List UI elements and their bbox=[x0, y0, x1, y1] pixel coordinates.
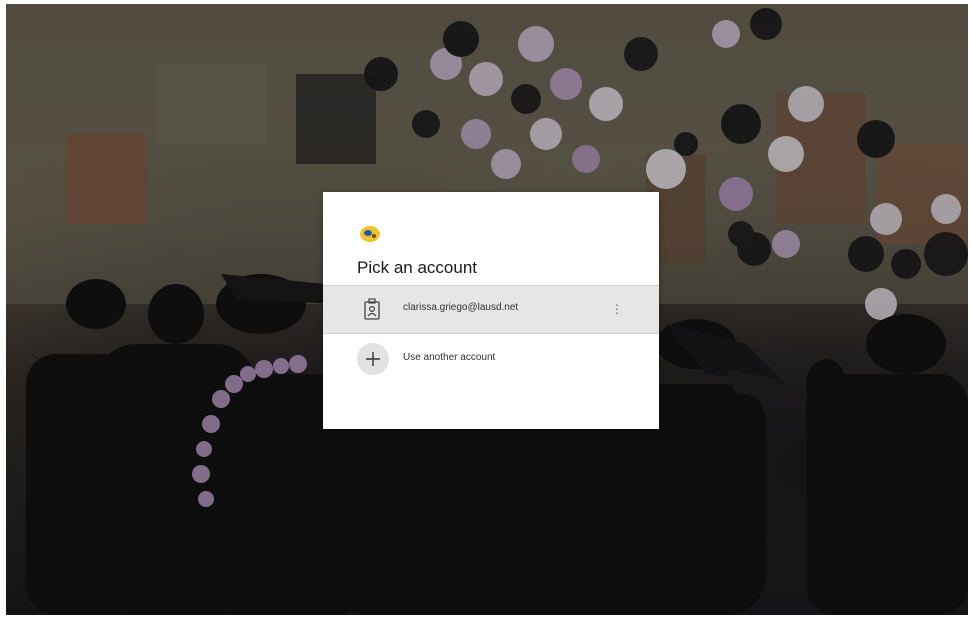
account-option[interactable]: clarissa.griego@lausd.net ⋮ bbox=[323, 285, 659, 334]
dialog-title: Pick an account bbox=[357, 258, 478, 277]
plus-icon bbox=[357, 343, 389, 375]
account-email: clarissa.griego@lausd.net bbox=[403, 302, 519, 313]
sign-in-page: Pick an account clarissa.griego@lausd.ne… bbox=[0, 0, 970, 619]
use-another-account-label: Use another account bbox=[403, 352, 496, 363]
use-another-account-button[interactable]: Use another account bbox=[323, 334, 659, 384]
more-options-icon[interactable]: ⋮ bbox=[611, 299, 623, 319]
account-picker-dialog: Pick an account clarissa.griego@lausd.ne… bbox=[323, 192, 659, 429]
lausd-seal-icon bbox=[360, 226, 380, 242]
badge-icon bbox=[364, 298, 380, 320]
